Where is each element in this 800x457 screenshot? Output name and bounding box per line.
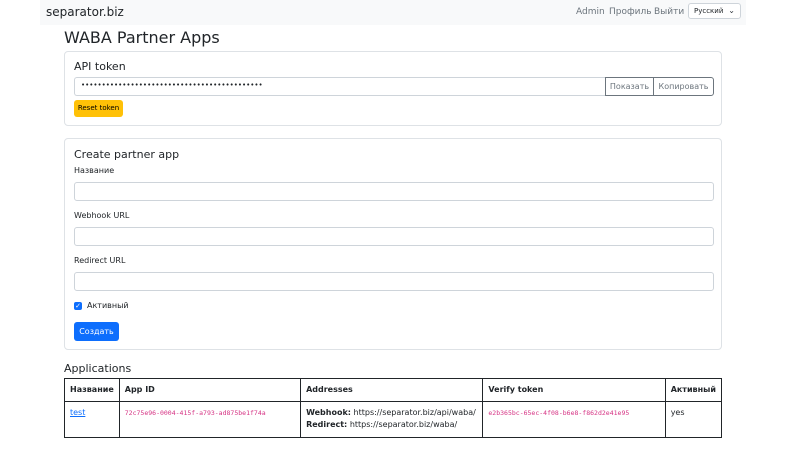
reset-token-button[interactable]: Reset token [74, 100, 123, 117]
nav-link-profile[interactable]: Профиль [609, 7, 652, 17]
table-header-row: Название App ID Addresses Verify token А… [64, 378, 723, 402]
redirect-address-label: Redirect: [306, 420, 348, 429]
app-id-cell: 72c75e96-0004-415f-a793-ad875be1f74a [118, 401, 302, 438]
show-token-button[interactable]: Показать [605, 77, 654, 96]
api-token-card: API token ••••••••••••••••••••••••••••••… [64, 51, 722, 126]
brand-link[interactable]: separator.biz [46, 5, 124, 19]
copy-token-button[interactable]: Копировать [653, 77, 714, 96]
check-icon: ✓ [75, 302, 81, 310]
redirect-url-input[interactable] [74, 272, 714, 291]
app-name-link[interactable]: test [70, 408, 85, 417]
name-label: Название [74, 166, 115, 175]
webhook-address: Webhook: https://separator.biz/api/waba/ [306, 407, 477, 419]
webhook-url-label: Webhook URL [74, 211, 130, 220]
verify-token-value: e2b365bc-65ec-4f08-b6e8-f862d2e41e95 [488, 409, 630, 417]
verify-token-cell: e2b365bc-65ec-4f08-b6e8-f862d2e41e95 [482, 401, 666, 438]
column-header-verify-token: Verify token [482, 378, 666, 402]
name-input[interactable] [74, 182, 714, 201]
api-token-input[interactable]: ••••••••••••••••••••••••••••••••••••••••… [74, 77, 606, 96]
addresses-cell: Webhook: https://separator.biz/api/waba/… [300, 401, 484, 438]
redirect-address-value: https://separator.biz/waba/ [349, 420, 458, 429]
column-header-app-id: App ID [118, 378, 302, 402]
webhook-url-input[interactable] [74, 227, 714, 246]
applications-table: Название App ID Addresses Verify token А… [64, 378, 723, 438]
column-header-addresses: Addresses [300, 378, 484, 402]
redirect-address: Redirect: https://separator.biz/waba/ [306, 419, 477, 431]
language-select-value: Русский [694, 7, 724, 15]
page-title: WABA Partner Apps [64, 28, 220, 47]
active-cell: yes [664, 401, 723, 438]
redirect-url-label: Redirect URL [74, 256, 126, 265]
chevron-down-icon: ⌄ [728, 6, 735, 15]
create-app-card: Create partner app Название Webhook URL … [64, 138, 722, 350]
webhook-address-value: https://separator.biz/api/waba/ [353, 408, 476, 417]
table-row: test 72c75e96-0004-415f-a793-ad875be1f74… [64, 401, 723, 438]
nav-link-logout[interactable]: Выйти [654, 7, 684, 17]
create-button[interactable]: Создать [74, 322, 119, 341]
column-header-active: Активный [664, 378, 723, 402]
active-checkbox[interactable]: ✓ [74, 302, 82, 310]
applications-title: Applications [64, 362, 132, 375]
webhook-address-label: Webhook: [306, 408, 351, 417]
navbar: separator.biz Admin Профиль Выйти Русски… [40, 0, 746, 25]
app-name-cell: test [64, 401, 120, 438]
column-header-name: Название [64, 378, 120, 402]
app-id-value: 72c75e96-0004-415f-a793-ad875be1f74a [124, 409, 266, 417]
language-select[interactable]: Русский ⌄ [688, 3, 741, 19]
active-checkbox-label: Активный [87, 301, 129, 310]
create-app-title: Create partner app [74, 148, 180, 161]
api-token-title: API token [74, 60, 126, 73]
nav-link-admin[interactable]: Admin [576, 7, 605, 17]
